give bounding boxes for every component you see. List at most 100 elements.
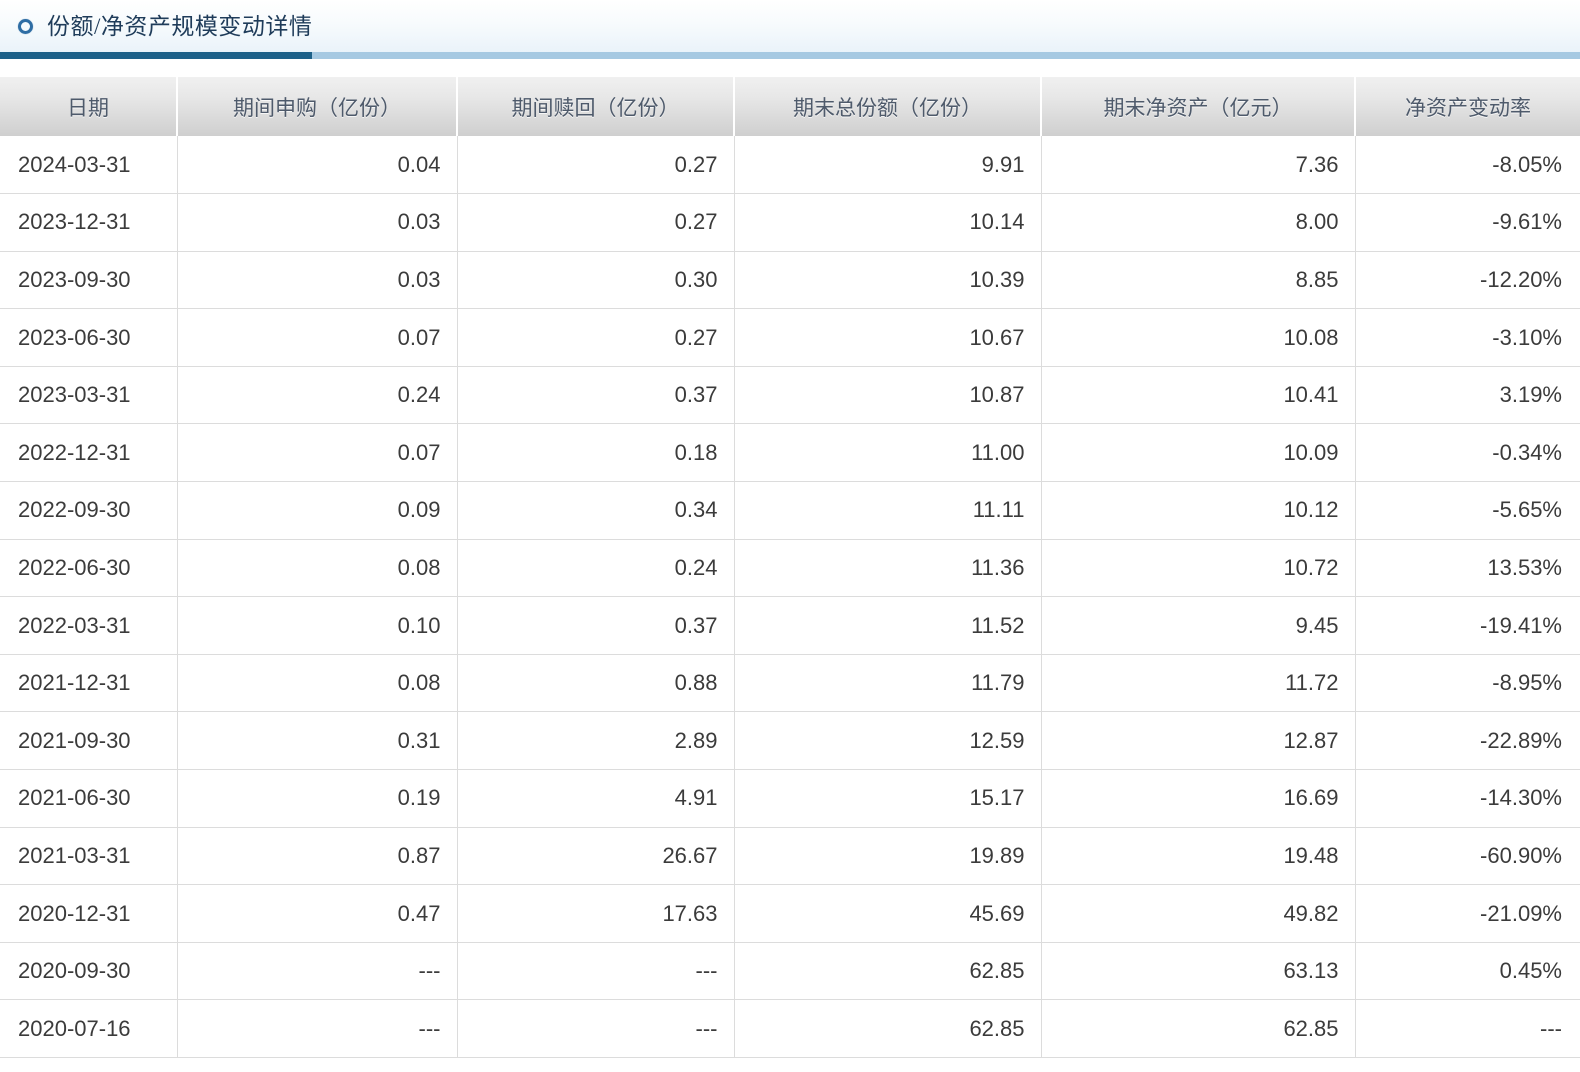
- cell-red: 2.89: [457, 711, 735, 771]
- cell-red: 0.27: [457, 136, 735, 195]
- cell-sub: 0.31: [177, 711, 458, 771]
- column-header-tot[interactable]: 期末总份额（亿份）: [734, 77, 1042, 136]
- column-header-rate[interactable]: 净资产变动率: [1355, 77, 1580, 136]
- cell-nav: 10.09: [1041, 423, 1356, 483]
- cell-tot: 11.11: [734, 481, 1042, 540]
- column-header-red[interactable]: 期间赎回（亿份）: [457, 77, 735, 136]
- cell-rate: -14.30%: [1355, 769, 1580, 828]
- cell-sub: 0.47: [177, 884, 458, 943]
- column-header-nav[interactable]: 期末净资产（亿元）: [1041, 77, 1356, 136]
- panel-header: 份额/净资产规模变动详情: [0, 0, 1580, 52]
- cell-rate: 3.19%: [1355, 366, 1580, 425]
- table-row[interactable]: 2021-12-31 0.08 0.88 11.79 11.72 -8.95%: [0, 654, 1580, 713]
- cell-date: 2023-12-31: [0, 193, 178, 252]
- cell-rate: -3.10%: [1355, 308, 1580, 367]
- cell-tot: 15.17: [734, 769, 1042, 828]
- cell-sub: 0.24: [177, 366, 458, 425]
- table-row[interactable]: 2021-09-30 0.31 2.89 12.59 12.87 -22.89%: [0, 711, 1580, 771]
- cell-nav: 16.69: [1041, 769, 1356, 828]
- table-row[interactable]: 2023-09-30 0.03 0.30 10.39 8.85 -12.20%: [0, 251, 1580, 310]
- share-nav-scale-change-panel: 份额/净资产规模变动详情 日期 期间申购（亿份） 期间赎回（亿份） 期末总份额（亿份）…: [0, 0, 1580, 1072]
- cell-nav: 10.72: [1041, 539, 1356, 598]
- table-row[interactable]: 2023-06-30 0.07 0.27 10.67 10.08 -3.10%: [0, 308, 1580, 367]
- cell-sub: 0.07: [177, 308, 458, 367]
- cell-sub: 0.08: [177, 654, 458, 713]
- cell-tot: 10.14: [734, 193, 1042, 252]
- cell-tot: 62.85: [734, 999, 1042, 1058]
- cell-rate: -8.05%: [1355, 136, 1580, 195]
- cell-red: 0.30: [457, 251, 735, 310]
- cell-tot: 11.00: [734, 423, 1042, 483]
- table-row[interactable]: 2020-07-16 --- --- 62.85 62.85 ---: [0, 999, 1580, 1058]
- cell-sub: 0.10: [177, 596, 458, 655]
- cell-date: 2020-12-31: [0, 884, 178, 943]
- cell-sub: ---: [177, 999, 458, 1058]
- cell-nav: 8.00: [1041, 193, 1356, 252]
- cell-date: 2024-03-31: [0, 136, 178, 195]
- cell-tot: 62.85: [734, 942, 1042, 1001]
- cell-red: 0.34: [457, 481, 735, 540]
- cell-nav: 7.36: [1041, 136, 1356, 195]
- column-header-date[interactable]: 日期: [0, 77, 178, 136]
- cell-sub: ---: [177, 942, 458, 1001]
- cell-date: 2023-06-30: [0, 308, 178, 367]
- table-body: 2024-03-31 0.04 0.27 9.91 7.36 -8.05% 2023-12-…: [0, 136, 1580, 1058]
- table-row[interactable]: 2022-06-30 0.08 0.24 11.36 10.72 13.53%: [0, 539, 1580, 598]
- cell-date: 2021-06-30: [0, 769, 178, 828]
- cell-tot: 10.67: [734, 308, 1042, 367]
- cell-tot: 11.52: [734, 596, 1042, 655]
- cell-rate: -12.20%: [1355, 251, 1580, 310]
- scale-change-table: 日期 期间申购（亿份） 期间赎回（亿份） 期末总份额（亿份） 期末净资产（亿元） 净资产变…: [0, 77, 1580, 1058]
- cell-nav: 10.08: [1041, 308, 1356, 367]
- table-row[interactable]: 2023-12-31 0.03 0.27 10.14 8.00 -9.61%: [0, 193, 1580, 252]
- table-header-row: 日期 期间申购（亿份） 期间赎回（亿份） 期末总份额（亿份） 期末净资产（亿元） 净资产变…: [0, 77, 1580, 136]
- cell-tot: 12.59: [734, 711, 1042, 771]
- cell-nav: 12.87: [1041, 711, 1356, 771]
- cell-rate: 0.45%: [1355, 942, 1580, 1001]
- cell-date: 2022-03-31: [0, 596, 178, 655]
- cell-sub: 0.08: [177, 539, 458, 598]
- table-row[interactable]: 2022-03-31 0.10 0.37 11.52 9.45 -19.41%: [0, 596, 1580, 655]
- cell-red: 0.37: [457, 596, 735, 655]
- cell-date: 2022-06-30: [0, 539, 178, 598]
- cell-tot: 19.89: [734, 827, 1042, 886]
- table-row[interactable]: 2020-09-30 --- --- 62.85 63.13 0.45%: [0, 942, 1580, 1001]
- cell-red: ---: [457, 942, 735, 1001]
- column-header-sub[interactable]: 期间申购（亿份）: [177, 77, 458, 136]
- cell-nav: 11.72: [1041, 654, 1356, 713]
- cell-sub: 0.04: [177, 136, 458, 195]
- cell-sub: 0.87: [177, 827, 458, 886]
- cell-nav: 10.12: [1041, 481, 1356, 540]
- cell-nav: 63.13: [1041, 942, 1356, 1001]
- cell-rate: 13.53%: [1355, 539, 1580, 598]
- table-row[interactable]: 2020-12-31 0.47 17.63 45.69 49.82 -21.09%: [0, 884, 1580, 943]
- accent-underline: [0, 52, 1580, 59]
- cell-date: 2020-09-30: [0, 942, 178, 1001]
- table-row[interactable]: 2022-09-30 0.09 0.34 11.11 10.12 -5.65%: [0, 481, 1580, 540]
- cell-date: 2023-09-30: [0, 251, 178, 310]
- cell-tot: 10.87: [734, 366, 1042, 425]
- cell-date: 2023-03-31: [0, 366, 178, 425]
- cell-rate: -19.41%: [1355, 596, 1580, 655]
- cell-rate: -22.89%: [1355, 711, 1580, 771]
- cell-nav: 19.48: [1041, 827, 1356, 886]
- cell-red: ---: [457, 999, 735, 1058]
- cell-rate: -21.09%: [1355, 884, 1580, 943]
- cell-rate: -9.61%: [1355, 193, 1580, 252]
- table-row[interactable]: 2021-03-31 0.87 26.67 19.89 19.48 -60.90%: [0, 827, 1580, 886]
- cell-date: 2022-12-31: [0, 423, 178, 483]
- cell-nav: 10.41: [1041, 366, 1356, 425]
- table-row[interactable]: 2024-03-31 0.04 0.27 9.91 7.36 -8.05%: [0, 136, 1580, 195]
- cell-tot: 11.36: [734, 539, 1042, 598]
- table-row[interactable]: 2021-06-30 0.19 4.91 15.17 16.69 -14.30%: [0, 769, 1580, 828]
- header-spacer: [0, 59, 1580, 77]
- cell-tot: 45.69: [734, 884, 1042, 943]
- table-row[interactable]: 2022-12-31 0.07 0.18 11.00 10.09 -0.34%: [0, 423, 1580, 483]
- cell-red: 0.37: [457, 366, 735, 425]
- table-row[interactable]: 2023-03-31 0.24 0.37 10.87 10.41 3.19%: [0, 366, 1580, 425]
- cell-red: 0.24: [457, 539, 735, 598]
- cell-sub: 0.07: [177, 423, 458, 483]
- cell-sub: 0.03: [177, 193, 458, 252]
- cell-date: 2021-12-31: [0, 654, 178, 713]
- cell-tot: 11.79: [734, 654, 1042, 713]
